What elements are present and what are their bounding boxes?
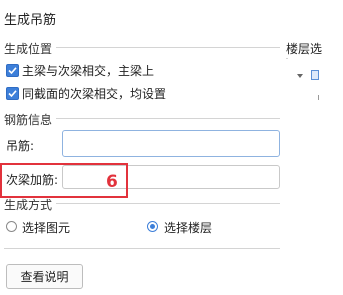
checkbox-checked[interactable] — [6, 87, 19, 100]
hanger-rebar-label: 吊筋: — [6, 139, 35, 153]
option-label: 同截面的次梁相交，均设置 — [22, 87, 167, 101]
radio-selected[interactable] — [147, 221, 158, 232]
method-group-label: 生成方式 — [4, 198, 53, 212]
method-label: 选择图元 — [22, 221, 71, 235]
dialog-title: 生成吊筋 — [4, 13, 57, 28]
floor-panel-title: 楼层选 — [286, 42, 323, 56]
hanger-rebar-input[interactable] — [62, 130, 280, 157]
option-same-section-intersection[interactable]: 同截面的次梁相交，均设置 — [6, 85, 186, 101]
footer-divider — [4, 248, 280, 249]
floor-tree-line — [318, 95, 319, 100]
checkmark-icon — [8, 67, 17, 75]
checkmark-icon — [8, 90, 17, 98]
option-main-beam-intersection[interactable]: 主梁与次梁相交，主梁上 — [6, 62, 186, 78]
position-group-divider — [56, 47, 280, 48]
position-group-label: 生成位置 — [4, 42, 53, 56]
method-group-divider — [56, 203, 280, 204]
floor-tree-node-icon[interactable] — [311, 70, 319, 80]
radio-unselected[interactable] — [6, 221, 17, 232]
method-select-floor[interactable]: 选择楼层 — [147, 219, 247, 235]
method-label: 选择楼层 — [164, 221, 213, 235]
checkbox-checked[interactable] — [6, 64, 19, 77]
method-select-element[interactable]: 选择图元 — [6, 219, 106, 235]
view-help-button[interactable]: 查看说明 — [6, 264, 83, 289]
rebar-group-divider — [56, 118, 280, 119]
rebar-group-label: 钢筋信息 — [4, 113, 53, 127]
tree-expand-icon[interactable] — [297, 74, 303, 78]
option-label: 主梁与次梁相交，主梁上 — [22, 64, 155, 78]
floor-panel-edge — [286, 58, 288, 59]
annotation-number: 6 — [106, 172, 118, 192]
